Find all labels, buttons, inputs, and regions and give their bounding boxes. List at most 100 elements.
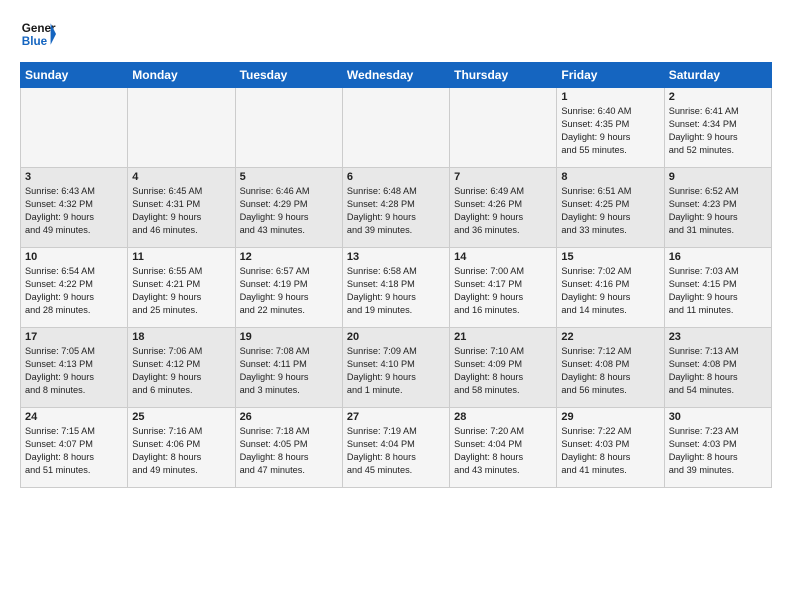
day-info: Sunrise: 6:58 AM Sunset: 4:18 PM Dayligh… [347, 265, 445, 317]
calendar-cell: 14Sunrise: 7:00 AM Sunset: 4:17 PM Dayli… [450, 248, 557, 328]
week-row-2: 3 Sunrise: 6:43 AM Sunset: 4:32 PM Daylig… [21, 168, 772, 248]
calendar-cell: 1 Sunrise: 6:40 AM Sunset: 4:35 PM Daylig… [557, 88, 664, 168]
day-info: Sunrise: 7:06 AM Sunset: 4:12 PM Dayligh… [132, 345, 230, 397]
day-number: 20 [347, 331, 445, 343]
day-info: Sunrise: 7:05 AM Sunset: 4:13 PM Dayligh… [25, 345, 123, 397]
day-header-monday: Monday [128, 63, 235, 88]
day-number: 26 [240, 411, 338, 423]
calendar-cell: 5 Sunrise: 6:46 AM Sunset: 4:29 PM Daylig… [235, 168, 342, 248]
calendar-cell: 23 Sunrise: 7:13 AM Sunset: 4:08 PM Dayli… [664, 328, 771, 408]
calendar-cell: 24 Sunrise: 7:15 AM Sunset: 4:07 PM Dayli… [21, 408, 128, 488]
day-number: 14 [454, 251, 552, 263]
day-number: 21 [454, 331, 552, 343]
week-row-4: 17 Sunrise: 7:05 AM Sunset: 4:13 PM Dayli… [21, 328, 772, 408]
calendar-cell [21, 88, 128, 168]
day-info: Sunrise: 7:22 AM Sunset: 4:03 PM Dayligh… [561, 425, 659, 477]
day-number: 18 [132, 331, 230, 343]
day-header-wednesday: Wednesday [342, 63, 449, 88]
day-info: Sunrise: 6:54 AM Sunset: 4:22 PM Dayligh… [25, 265, 123, 317]
calendar-cell: 30 Sunrise: 7:23 AM Sunset: 4:03 PM Dayli… [664, 408, 771, 488]
calendar-cell [128, 88, 235, 168]
calendar-cell: 9Sunrise: 6:52 AM Sunset: 4:23 PM Daylig… [664, 168, 771, 248]
calendar-cell: 25Sunrise: 7:16 AM Sunset: 4:06 PM Dayli… [128, 408, 235, 488]
day-header-sunday: Sunday [21, 63, 128, 88]
calendar-cell: 3 Sunrise: 6:43 AM Sunset: 4:32 PM Daylig… [21, 168, 128, 248]
day-info: Sunrise: 7:12 AM Sunset: 4:08 PM Dayligh… [561, 345, 659, 397]
calendar-cell: 17 Sunrise: 7:05 AM Sunset: 4:13 PM Dayli… [21, 328, 128, 408]
week-row-3: 10 Sunrise: 6:54 AM Sunset: 4:22 PM Dayli… [21, 248, 772, 328]
day-info: Sunrise: 7:13 AM Sunset: 4:08 PM Dayligh… [669, 345, 767, 397]
day-info: Sunrise: 6:49 AM Sunset: 4:26 PM Dayligh… [454, 185, 552, 237]
day-number: 24 [25, 411, 123, 423]
calendar-cell: 2 Sunrise: 6:41 AM Sunset: 4:34 PM Daylig… [664, 88, 771, 168]
day-number: 7 [454, 171, 552, 183]
day-number: 15 [561, 251, 659, 263]
calendar-cell: 22 Sunrise: 7:12 AM Sunset: 4:08 PM Dayli… [557, 328, 664, 408]
day-number: 9 [669, 171, 767, 183]
day-number: 23 [669, 331, 767, 343]
calendar-cell: 6Sunrise: 6:48 AM Sunset: 4:28 PM Daylig… [342, 168, 449, 248]
calendar-cell: 21 Sunrise: 7:10 AM Sunset: 4:09 PM Dayli… [450, 328, 557, 408]
calendar-cell: 18 Sunrise: 7:06 AM Sunset: 4:12 PM Dayli… [128, 328, 235, 408]
day-info: Sunrise: 7:08 AM Sunset: 4:11 PM Dayligh… [240, 345, 338, 397]
calendar-cell: 29 Sunrise: 7:22 AM Sunset: 4:03 PM Dayli… [557, 408, 664, 488]
day-number: 29 [561, 411, 659, 423]
calendar-cell: 20 Sunrise: 7:09 AM Sunset: 4:10 PM Dayli… [342, 328, 449, 408]
day-info: Sunrise: 6:46 AM Sunset: 4:29 PM Dayligh… [240, 185, 338, 237]
day-number: 12 [240, 251, 338, 263]
calendar-table: SundayMondayTuesdayWednesdayThursdayFrid… [20, 62, 772, 488]
day-info: Sunrise: 6:51 AM Sunset: 4:25 PM Dayligh… [561, 185, 659, 237]
day-info: Sunrise: 7:03 AM Sunset: 4:15 PM Dayligh… [669, 265, 767, 317]
calendar-cell [342, 88, 449, 168]
calendar-cell: 16 Sunrise: 7:03 AM Sunset: 4:15 PM Dayli… [664, 248, 771, 328]
day-number: 19 [240, 331, 338, 343]
day-info: Sunrise: 7:18 AM Sunset: 4:05 PM Dayligh… [240, 425, 338, 477]
day-number: 17 [25, 331, 123, 343]
calendar-cell: 7 Sunrise: 6:49 AM Sunset: 4:26 PM Daylig… [450, 168, 557, 248]
day-header-saturday: Saturday [664, 63, 771, 88]
day-info: Sunrise: 7:10 AM Sunset: 4:09 PM Dayligh… [454, 345, 552, 397]
day-info: Sunrise: 7:09 AM Sunset: 4:10 PM Dayligh… [347, 345, 445, 397]
header: General Blue [20, 16, 772, 52]
day-header-thursday: Thursday [450, 63, 557, 88]
day-number: 1 [561, 91, 659, 103]
day-number: 3 [25, 171, 123, 183]
calendar-cell: 27 Sunrise: 7:19 AM Sunset: 4:04 PM Dayli… [342, 408, 449, 488]
day-number: 27 [347, 411, 445, 423]
day-header-friday: Friday [557, 63, 664, 88]
calendar-cell: 15Sunrise: 7:02 AM Sunset: 4:16 PM Dayli… [557, 248, 664, 328]
day-number: 30 [669, 411, 767, 423]
calendar-cell: 11 Sunrise: 6:55 AM Sunset: 4:21 PM Dayli… [128, 248, 235, 328]
day-info: Sunrise: 7:15 AM Sunset: 4:07 PM Dayligh… [25, 425, 123, 477]
day-info: Sunrise: 7:23 AM Sunset: 4:03 PM Dayligh… [669, 425, 767, 477]
day-number: 8 [561, 171, 659, 183]
week-row-5: 24 Sunrise: 7:15 AM Sunset: 4:07 PM Dayli… [21, 408, 772, 488]
calendar-cell: 26 Sunrise: 7:18 AM Sunset: 4:05 PM Dayli… [235, 408, 342, 488]
day-number: 10 [25, 251, 123, 263]
day-number: 16 [669, 251, 767, 263]
day-number: 11 [132, 251, 230, 263]
day-info: Sunrise: 7:19 AM Sunset: 4:04 PM Dayligh… [347, 425, 445, 477]
calendar-cell: 19 Sunrise: 7:08 AM Sunset: 4:11 PM Dayli… [235, 328, 342, 408]
week-row-1: 1 Sunrise: 6:40 AM Sunset: 4:35 PM Daylig… [21, 88, 772, 168]
day-info: Sunrise: 6:45 AM Sunset: 4:31 PM Dayligh… [132, 185, 230, 237]
header-row: SundayMondayTuesdayWednesdayThursdayFrid… [21, 63, 772, 88]
page: General Blue SundayMondayTuesdayWednesda… [0, 0, 792, 612]
day-number: 2 [669, 91, 767, 103]
calendar-cell: 10 Sunrise: 6:54 AM Sunset: 4:22 PM Dayli… [21, 248, 128, 328]
day-number: 5 [240, 171, 338, 183]
day-info: Sunrise: 6:55 AM Sunset: 4:21 PM Dayligh… [132, 265, 230, 317]
day-info: Sunrise: 7:20 AM Sunset: 4:04 PM Dayligh… [454, 425, 552, 477]
day-info: Sunrise: 6:40 AM Sunset: 4:35 PM Dayligh… [561, 105, 659, 157]
day-number: 28 [454, 411, 552, 423]
calendar-cell [450, 88, 557, 168]
day-info: Sunrise: 6:43 AM Sunset: 4:32 PM Dayligh… [25, 185, 123, 237]
calendar-cell: 4 Sunrise: 6:45 AM Sunset: 4:31 PM Daylig… [128, 168, 235, 248]
day-info: Sunrise: 6:48 AM Sunset: 4:28 PM Dayligh… [347, 185, 445, 237]
day-number: 4 [132, 171, 230, 183]
calendar-cell: 13 Sunrise: 6:58 AM Sunset: 4:18 PM Dayli… [342, 248, 449, 328]
logo: General Blue [20, 16, 60, 52]
day-info: Sunrise: 6:41 AM Sunset: 4:34 PM Dayligh… [669, 105, 767, 157]
day-number: 13 [347, 251, 445, 263]
day-number: 22 [561, 331, 659, 343]
